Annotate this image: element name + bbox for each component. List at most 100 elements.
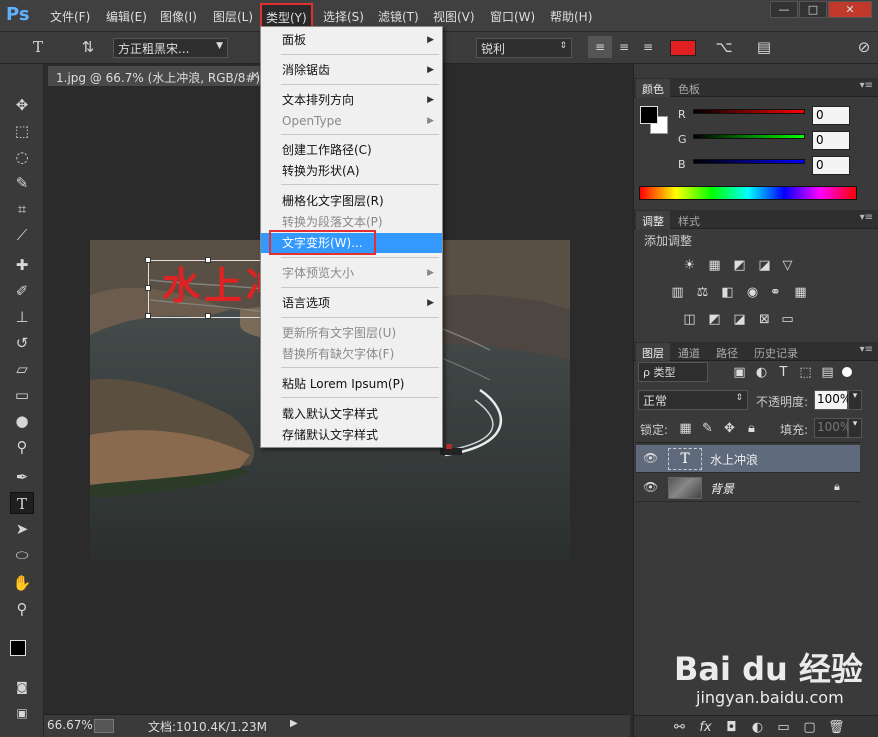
minimize-button[interactable]: — [770, 1, 798, 18]
menu-type[interactable]: 类型(Y) [260, 3, 313, 28]
color-foreground-swatch[interactable] [640, 106, 658, 124]
menu-item-language-options[interactable]: 语言选项 ▶ [261, 293, 442, 313]
dodge-tool-icon[interactable]: ⚲ [10, 436, 34, 458]
threshold-icon[interactable]: ◪ [732, 312, 747, 327]
layer-style-icon[interactable]: fx [698, 720, 713, 735]
menu-item-rasterize-type[interactable]: 栅格化文字图层(R) [261, 191, 442, 211]
status-menu-arrow-icon[interactable]: ▶ [290, 718, 298, 729]
levels-icon[interactable]: ▦ [707, 258, 722, 273]
tab-paths[interactable]: 路径 [710, 343, 744, 361]
transform-handle[interactable] [205, 313, 211, 319]
lock-position-icon[interactable]: ✥ [722, 421, 737, 436]
color-spectrum-bar[interactable] [639, 186, 857, 200]
font-family-select[interactable]: 方正粗黑宋... ▼ [113, 38, 228, 58]
opacity-dropdown-icon[interactable]: ▾ [848, 390, 862, 410]
opacity-input[interactable]: 100% [814, 390, 851, 410]
quick-select-tool-icon[interactable]: ✎ [10, 172, 34, 194]
layer-row-text[interactable]: 👁︎ T 水上冲浪 [636, 445, 860, 473]
menu-select[interactable]: 选择(S) [323, 8, 364, 25]
eyedropper-tool-icon[interactable]: ⟋ [10, 224, 34, 246]
layer-name[interactable]: 水上冲浪 [710, 451, 758, 468]
document-tab[interactable]: 1.jpg @ 66.7% (水上冲浪, RGB/8#) * × [48, 66, 266, 86]
new-group-icon[interactable]: ▭ [776, 720, 791, 735]
layer-filter-select[interactable]: ρ 类型 [638, 362, 708, 382]
zoom-tool-icon[interactable]: ⚲ [10, 598, 34, 620]
channel-r-slider[interactable] [693, 109, 805, 114]
photo-filter-icon[interactable]: ◉ [745, 285, 760, 300]
text-orientation-icon[interactable]: ⇅ [76, 36, 100, 58]
menu-filter[interactable]: 滤镜(T) [378, 8, 419, 25]
brush-tool-icon[interactable]: ✐ [10, 280, 34, 302]
foreground-color-swatch[interactable] [10, 640, 26, 656]
text-color-swatch[interactable] [670, 40, 696, 56]
menu-item-convert-to-shape[interactable]: 转换为形状(A) [261, 161, 442, 181]
lock-image-icon[interactable]: ✎ [700, 421, 715, 436]
channel-g-slider[interactable] [693, 134, 805, 139]
healing-brush-tool-icon[interactable]: ✚ [10, 254, 34, 276]
menu-image[interactable]: 图像(I) [160, 8, 197, 25]
transform-handle[interactable] [145, 313, 151, 319]
menu-item-paste-lorem-ipsum[interactable]: 粘贴 Lorem Ipsum(P) [261, 374, 442, 394]
vibrance-icon[interactable]: ▽ [780, 258, 795, 273]
menu-layer[interactable]: 图层(L) [213, 8, 253, 25]
channel-b-slider[interactable] [693, 159, 805, 164]
add-mask-icon[interactable]: ◘ [724, 720, 739, 735]
close-tab-icon[interactable]: × [250, 68, 260, 82]
channel-b-value[interactable]: 0 [812, 156, 850, 175]
curves-icon[interactable]: ◩ [732, 258, 747, 273]
fill-dropdown-icon[interactable]: ▾ [848, 418, 862, 438]
filter-smart-object-icon[interactable]: ▤ [820, 365, 835, 380]
maximize-button[interactable]: □ [799, 1, 827, 18]
filter-adjustment-icon[interactable]: ◐ [754, 365, 769, 380]
marquee-tool-icon[interactable]: ⬚ [10, 120, 34, 142]
layer-row-background[interactable]: 👁︎ 背景 🔒︎ [636, 474, 860, 502]
channel-g-value[interactable]: 0 [812, 131, 850, 150]
fill-input[interactable]: 100% [814, 418, 851, 438]
transform-handle[interactable] [145, 257, 151, 263]
cancel-icon[interactable]: ⊘ [852, 36, 876, 58]
visibility-eye-icon[interactable]: 👁︎ [643, 480, 658, 494]
tab-styles[interactable]: 样式 [672, 211, 706, 229]
menu-item-save-default-text-styles[interactable]: 存储默认文字样式 [261, 425, 442, 445]
lasso-tool-icon[interactable]: ◌ [10, 146, 34, 168]
menu-view[interactable]: 视图(V) [433, 8, 475, 25]
ellipse-tool-icon[interactable]: ⬭ [10, 544, 34, 566]
filter-type-icon[interactable]: T [776, 365, 791, 380]
path-selection-tool-icon[interactable]: ➤ [10, 518, 34, 540]
blend-mode-select[interactable]: 正常 ⇕ [638, 390, 748, 410]
menu-item-panel[interactable]: 面板 ▶ [261, 30, 442, 50]
transform-handle[interactable] [145, 285, 151, 291]
menu-window[interactable]: 窗口(W) [490, 8, 535, 25]
filter-shape-icon[interactable]: ⬚ [798, 365, 813, 380]
tab-channels[interactable]: 通道 [672, 343, 706, 361]
delete-layer-icon[interactable]: 🗑︎ [828, 720, 845, 735]
menu-item-text-orientation[interactable]: 文本排列方向 ▶ [261, 90, 442, 110]
panel-menu-icon[interactable]: ▾≡ [860, 80, 873, 91]
selective-color-icon[interactable]: ⊠ [757, 312, 772, 327]
align-left-icon[interactable]: ≡ [588, 36, 612, 58]
lock-transparent-icon[interactable]: ▦ [678, 421, 693, 436]
clone-stamp-tool-icon[interactable]: ⊥ [10, 306, 34, 328]
align-right-icon[interactable]: ≡ [636, 36, 660, 58]
gradient-map-icon[interactable]: ▭ [780, 312, 795, 327]
menu-help[interactable]: 帮助(H) [550, 8, 592, 25]
invert-icon[interactable]: ◫ [682, 312, 697, 327]
eraser-tool-icon[interactable]: ▱ [10, 358, 34, 380]
color-lookup-icon[interactable]: ▦ [793, 285, 808, 300]
lock-all-icon[interactable]: 🔒︎ [744, 421, 759, 436]
panel-menu-icon[interactable]: ▾≡ [860, 344, 873, 355]
tab-layers[interactable]: 图层 [636, 343, 670, 361]
link-layers-icon[interactable]: ⚯ [672, 720, 687, 735]
tab-history[interactable]: 历史记录 [748, 343, 804, 361]
menu-item-load-default-text-styles[interactable]: 载入默认文字样式 [261, 404, 442, 424]
pen-tool-icon[interactable]: ✒ [10, 466, 34, 488]
visibility-eye-icon[interactable]: 👁︎ [643, 451, 658, 465]
gradient-tool-icon[interactable]: ▭ [10, 384, 34, 406]
exposure-icon[interactable]: ◪ [757, 258, 772, 273]
move-tool-icon[interactable]: ✥ [10, 94, 34, 116]
hand-tool-icon[interactable]: ✋ [10, 572, 34, 594]
new-layer-icon[interactable]: ▢ [802, 720, 817, 735]
warp-text-icon[interactable]: ⌥ [712, 36, 736, 58]
canvas-text-layer[interactable]: 水上冲浪 [162, 255, 262, 310]
tab-adjustments[interactable]: 调整 [636, 211, 670, 229]
